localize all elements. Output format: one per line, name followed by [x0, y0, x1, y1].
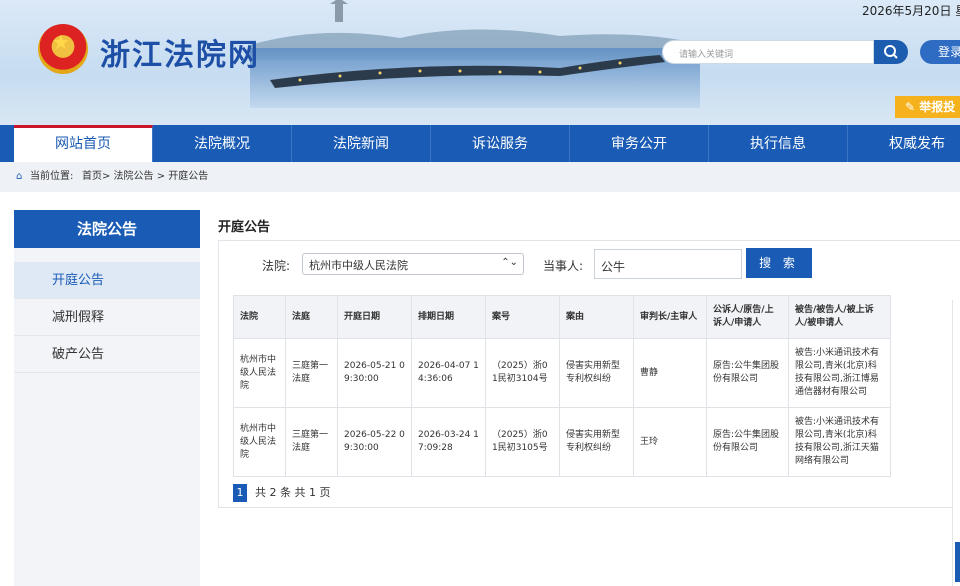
table-cell: 2026-04-07 14:36:06 [411, 338, 486, 408]
table-cell: 2026-03-24 17:09:28 [411, 407, 486, 477]
login-button[interactable]: 登录 [920, 40, 960, 64]
pagination: 1 共 2 条 共 1 页 [233, 484, 330, 502]
court-select[interactable]: 杭州市中级人民法院 ⌃⌄ [302, 253, 524, 275]
table-cell: 2026-05-21 09:30:00 [337, 338, 412, 408]
side-panel-tab[interactable] [955, 542, 960, 582]
breadcrumb-path[interactable]: 首页> 法院公告 > 开庭公告 [82, 162, 208, 192]
table-cell: 三庭第一法庭 [285, 407, 338, 477]
column-header: 开庭日期 [337, 295, 412, 339]
chevron-updown-icon: ⌃⌄ [501, 257, 518, 268]
table-cell: 王玲 [633, 407, 707, 477]
table-row[interactable]: 杭州市中级人民法院 三庭第一法庭 2026-05-22 09:30:00 202… [233, 407, 891, 477]
table-row[interactable]: 杭州市中级人民法院 三庭第一法庭 2026-05-21 09:30:00 202… [233, 338, 891, 408]
table-cell: 被告:小米通讯技术有限公司,青米(北京)科技有限公司,浙江天猫网络有限公司 [788, 407, 891, 477]
nav-item-authoritative-release[interactable]: 权威发布 [848, 125, 960, 162]
search-icon [884, 45, 898, 59]
search-button[interactable] [874, 40, 908, 64]
pagination-summary: 共 2 条 共 1 页 [255, 486, 331, 499]
sidebar-item-hearing-notice[interactable]: 开庭公告 [14, 262, 200, 299]
court-emblem-logo: ★ [38, 24, 88, 74]
table-cell: 侵害实用新型专利权纠纷 [559, 338, 634, 408]
right-side-panel [952, 300, 960, 586]
table-cell: （2025）浙01民初3105号 [485, 407, 560, 477]
table-cell: 杭州市中级人民法院 [233, 407, 286, 477]
column-header: 案由 [559, 295, 634, 339]
court-label: 法院: [262, 259, 291, 273]
court-select-value: 杭州市中级人民法院 [309, 259, 408, 272]
sidebar-item-bankruptcy-notice[interactable]: 破产公告 [14, 336, 200, 373]
table-cell: 2026-05-22 09:30:00 [337, 407, 412, 477]
table-cell: 被告:小米通讯技术有限公司,青米(北京)科技有限公司,浙江博易通信器材有限公司 [788, 338, 891, 408]
nav-item-enforcement-info[interactable]: 执行信息 [709, 125, 848, 162]
main-nav: 网站首页 法院概况 法院新闻 诉讼服务 审务公开 执行信息 权威发布 [0, 125, 960, 162]
site-header: ★ 浙江法院网 2026年5月20日 星期 请输入关键词 登录 ✎ 举报投 [0, 0, 960, 125]
site-name: 浙江法院网 [100, 38, 260, 73]
sidebar-item-commutation-parole[interactable]: 减刑假释 [14, 299, 200, 336]
page-title: 开庭公告 [218, 220, 271, 235]
column-header: 法庭 [285, 295, 338, 339]
breadcrumb: ⌂ 当前位置: 首页> 法院公告 > 开庭公告 [0, 162, 960, 192]
nav-item-judicial-openness[interactable]: 审务公开 [570, 125, 709, 162]
breadcrumb-label: 当前位置: [30, 171, 74, 182]
party-input[interactable]: 公牛 [594, 249, 742, 279]
table-cell: （2025）浙01民初3104号 [485, 338, 560, 408]
report-label: 举报投 [919, 100, 956, 114]
column-header: 被告/被告人/被上诉人/被申请人 [788, 295, 891, 339]
search-submit-button[interactable]: 搜 索 [746, 248, 812, 278]
column-header: 公诉人/原告/上诉人/申请人 [706, 295, 789, 339]
table-header-row: 法院 法庭 开庭日期 排期日期 案号 案由 审判长/主审人 公诉人/原告/上诉人… [233, 295, 891, 339]
table-cell: 三庭第一法庭 [285, 338, 338, 408]
table-cell: 原告:公牛集团股份有限公司 [706, 407, 789, 477]
table-cell: 杭州市中级人民法院 [233, 338, 286, 408]
hearing-table: 法院 法庭 开庭日期 排期日期 案号 案由 审判长/主审人 公诉人/原告/上诉人… [233, 295, 891, 477]
table-cell: 侵害实用新型专利权纠纷 [559, 407, 634, 477]
current-date: 2026年5月20日 星期 [862, 4, 960, 18]
column-header: 审判长/主审人 [633, 295, 707, 339]
table-cell: 原告:公牛集团股份有限公司 [706, 338, 789, 408]
column-header: 案号 [485, 295, 560, 339]
column-header: 排期日期 [411, 295, 486, 339]
table-cell: 曹静 [633, 338, 707, 408]
sidebar-title: 法院公告 [14, 210, 200, 248]
search-input[interactable]: 请输入关键词 [662, 40, 874, 64]
nav-item-court-overview[interactable]: 法院概况 [153, 125, 292, 162]
megaphone-icon: ✎ [905, 100, 920, 114]
report-button[interactable]: ✎ 举报投 [895, 96, 960, 118]
home-icon: ⌂ [16, 171, 23, 182]
nav-item-litigation-services[interactable]: 诉讼服务 [431, 125, 570, 162]
column-header: 法院 [233, 295, 286, 339]
nav-item-home[interactable]: 网站首页 [14, 125, 153, 162]
nav-item-court-news[interactable]: 法院新闻 [292, 125, 431, 162]
party-label: 当事人: [543, 259, 584, 273]
page-number-current[interactable]: 1 [233, 484, 247, 502]
